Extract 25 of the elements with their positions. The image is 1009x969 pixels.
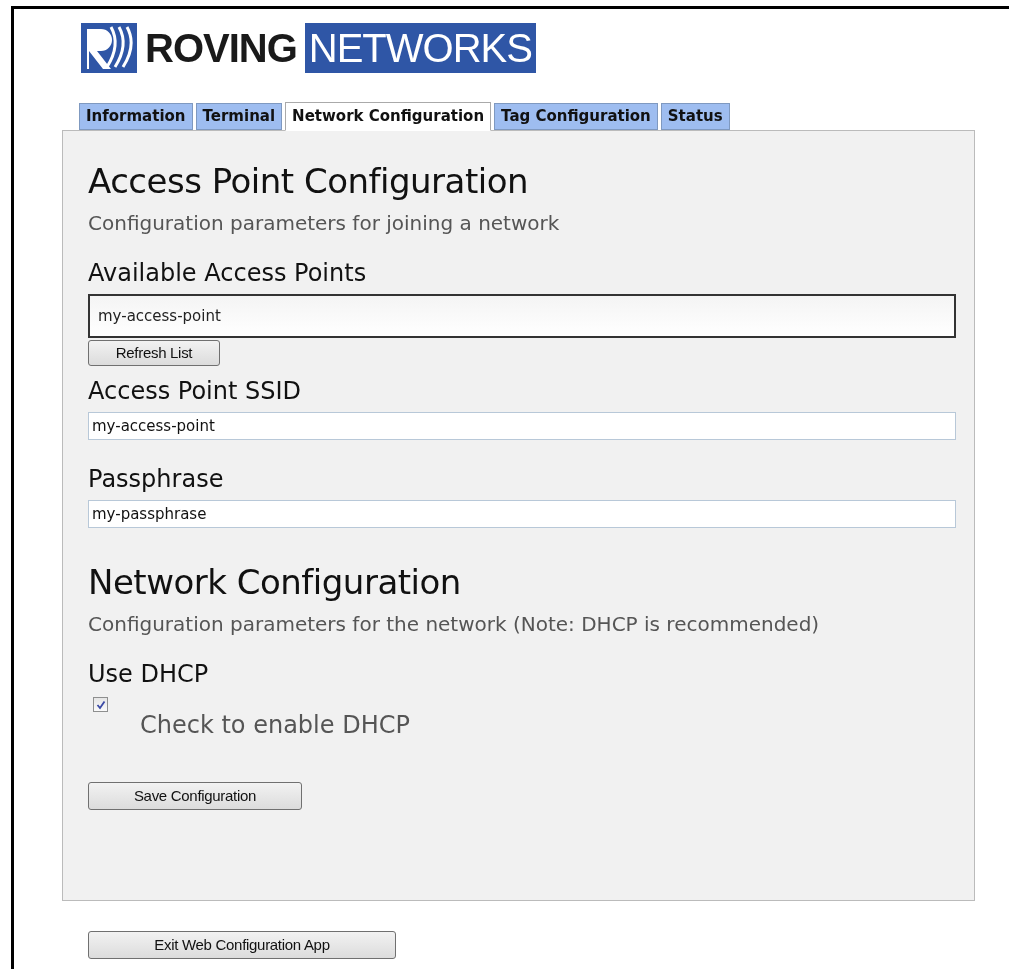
access-point-list[interactable]: my-access-point xyxy=(88,294,956,338)
logo-text: NETWORKS xyxy=(304,23,536,73)
logo-icon xyxy=(81,23,137,73)
tab[interactable]: Status xyxy=(660,103,730,130)
checkbox-caption: Check to enable DHCP xyxy=(140,710,411,740)
text-field[interactable]: my-access-point xyxy=(88,412,956,440)
save-button[interactable]: Save Configuration xyxy=(88,782,302,810)
field-label: Access Point SSID xyxy=(88,376,303,406)
tab[interactable]: Information xyxy=(79,103,193,130)
logo-text: ROVING xyxy=(145,25,297,72)
section-subtitle: Configuration parameters for joining a network xyxy=(88,210,561,237)
field-label: Passphrase xyxy=(88,464,225,494)
section-subtitle: Configuration parameters for the network (Note: DHCP is recommended) xyxy=(88,611,821,638)
tab[interactable]: Network Configuration xyxy=(285,102,492,131)
refresh-list-button[interactable]: Refresh List xyxy=(88,340,220,366)
field-label: Available Access Points xyxy=(88,258,368,288)
tab[interactable]: Tag Configuration xyxy=(494,103,658,130)
exit-button[interactable]: Exit Web Configuration App xyxy=(88,931,396,959)
field-label: Use DHCP xyxy=(88,659,210,689)
section-title: Access Point Configuration xyxy=(88,161,529,201)
text-field[interactable]: my-passphrase xyxy=(88,500,956,528)
checkmark-icon xyxy=(95,699,106,710)
tab[interactable]: Terminal xyxy=(195,103,283,130)
checkbox[interactable] xyxy=(93,697,108,712)
section-title: Network Configuration xyxy=(88,562,462,602)
